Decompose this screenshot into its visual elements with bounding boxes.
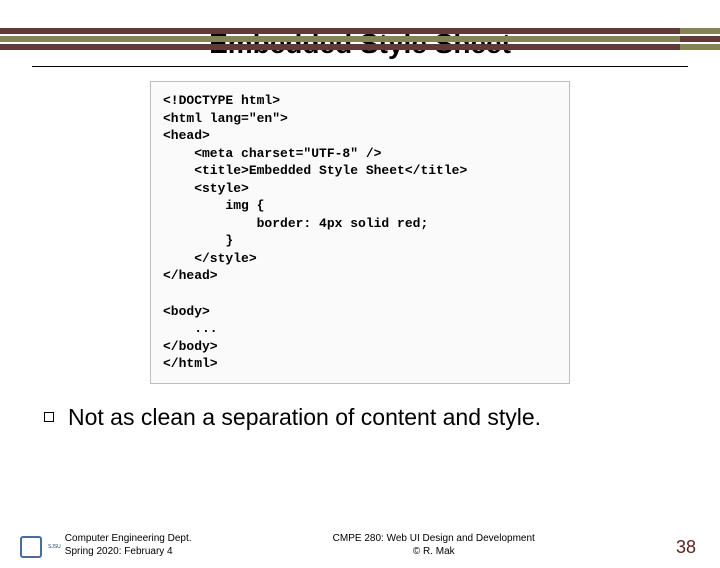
bullet-square-icon [44, 412, 54, 422]
footer-copyright: © R. Mak [192, 545, 676, 558]
footer-left: Computer Engineering Dept. Spring 2020: … [65, 532, 192, 558]
bullet-item: Not as clean a separation of content and… [0, 404, 720, 431]
title-underline [32, 66, 688, 67]
code-block: <!DOCTYPE html> <html lang="en"> <head> … [150, 81, 570, 384]
decorative-top-band [0, 28, 720, 50]
footer-course: CMPE 280: Web UI Design and Development [192, 532, 676, 545]
footer-term: Spring 2020: February 4 [65, 545, 192, 558]
footer-dept: Computer Engineering Dept. [65, 532, 192, 545]
bullet-text: Not as clean a separation of content and… [68, 404, 541, 431]
page-number: 38 [676, 537, 696, 558]
slide: Embedded Style Sheet <!DOCTYPE html> <ht… [0, 28, 720, 568]
university-logo: SJSU [20, 536, 61, 558]
slide-footer: SJSU Computer Engineering Dept. Spring 2… [0, 532, 720, 558]
logo-text: SJSU [48, 545, 61, 550]
footer-center: CMPE 280: Web UI Design and Development … [192, 532, 676, 558]
logo-icon [20, 536, 42, 558]
